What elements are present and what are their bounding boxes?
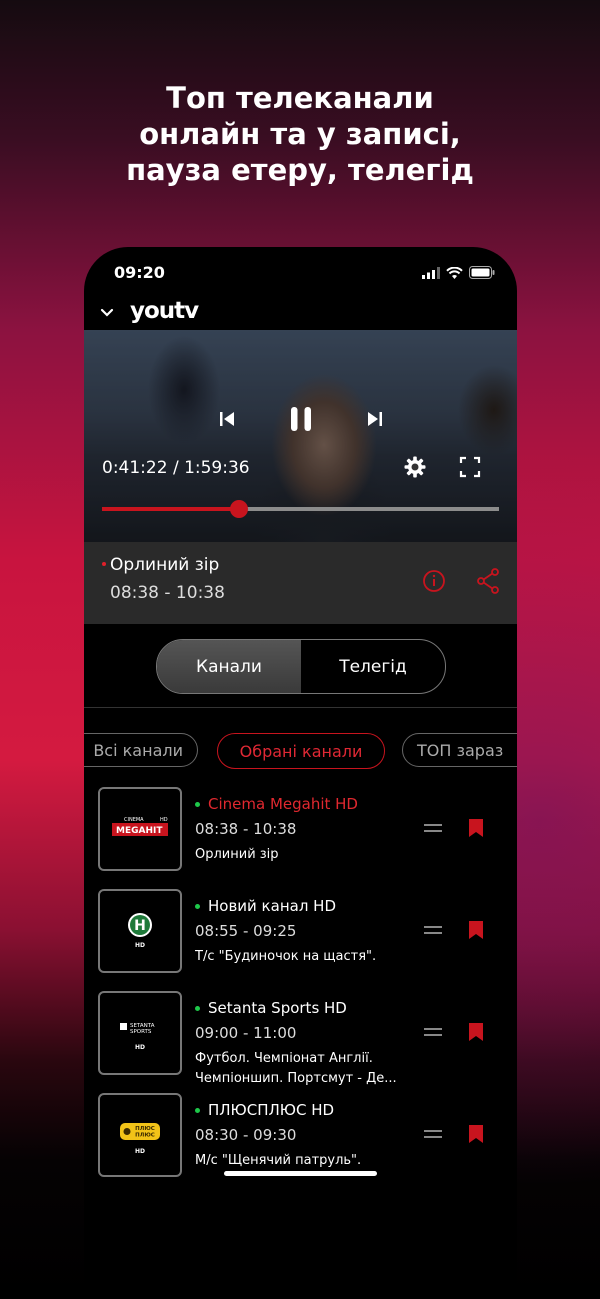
channel-row[interactable]: H HD Новий канал HD 08:55 - 09:25 Т/с "Б… xyxy=(84,889,517,979)
share-icon[interactable] xyxy=(476,568,500,594)
channel-logo: CINEMA MEGAHIT HD xyxy=(98,787,182,871)
fullscreen-icon[interactable] xyxy=(459,456,481,478)
status-bar: 09:20 xyxy=(84,247,517,299)
channel-name: Новий канал HD xyxy=(195,897,336,915)
channel-logo: H HD xyxy=(98,889,182,973)
svg-text:HD: HD xyxy=(135,942,145,949)
svg-text:H: H xyxy=(134,918,146,934)
svg-text:CINEMA: CINEMA xyxy=(124,817,144,823)
chip-favorite-channels[interactable]: Обрані канали xyxy=(217,733,385,769)
channel-program: Орлиний зір xyxy=(195,847,279,862)
wifi-icon xyxy=(446,266,463,279)
info-icon[interactable] xyxy=(422,569,446,593)
channel-name: Setanta Sports HD xyxy=(195,999,347,1017)
channel-time: 09:00 - 11:00 xyxy=(195,1024,297,1042)
headline-line-1: Топ телеканали xyxy=(166,81,434,115)
live-dot xyxy=(195,802,200,807)
channel-logo: SETANTA SPORTS HD xyxy=(98,991,182,1075)
playback-time: 0:41:22 / 1:59:36 xyxy=(102,458,250,478)
setanta-logo: SETANTA SPORTS HD xyxy=(120,1023,155,1051)
previous-icon[interactable] xyxy=(218,410,236,428)
live-dot xyxy=(102,562,106,566)
divider xyxy=(84,707,517,708)
live-dot xyxy=(195,904,200,909)
novyi-kanal-logo: H HD xyxy=(128,913,152,949)
headline-line-3: пауза етеру, телегід xyxy=(126,153,474,187)
drag-handle-icon[interactable] xyxy=(424,1028,442,1040)
app-bar: youtv xyxy=(84,297,517,331)
now-playing-panel: Орлиний зір 08:38 - 10:38 xyxy=(84,542,517,624)
tab-tvguide[interactable]: Телегід xyxy=(301,640,445,693)
channel-logo: ПЛЮС ПЛЮС HD xyxy=(98,1093,182,1177)
bookmark-icon[interactable] xyxy=(468,1022,484,1042)
video-player[interactable]: 0:41:22 / 1:59:36 xyxy=(84,330,517,542)
status-icons xyxy=(422,266,495,279)
channel-program-line-2: Чемпіоншип. Портсмут - Де... xyxy=(195,1071,397,1086)
live-dot xyxy=(195,1108,200,1113)
home-indicator[interactable] xyxy=(224,1171,377,1176)
app-logo: youtv xyxy=(130,298,199,324)
svg-text:HD: HD xyxy=(160,817,168,823)
svg-text:ПЛЮС: ПЛЮС xyxy=(135,1133,155,1139)
program-time-range: 08:38 - 10:38 xyxy=(110,583,225,603)
drag-handle-icon[interactable] xyxy=(424,824,442,836)
channel-program: М/с "Щенячий патруль". xyxy=(195,1153,362,1168)
phone-screen: 09:20 youtv 0:41:22 / 1:59:36 Орлиний зі… xyxy=(84,247,517,1299)
svg-text:MEGAHIT: MEGAHIT xyxy=(116,826,163,836)
svg-text:SPORTS: SPORTS xyxy=(130,1029,152,1035)
live-dot xyxy=(195,1006,200,1011)
megahit-logo: CINEMA MEGAHIT HD xyxy=(112,817,168,836)
channel-row[interactable]: CINEMA MEGAHIT HD Cinema Megahit HD 08:3… xyxy=(84,787,517,877)
drag-handle-icon[interactable] xyxy=(424,926,442,938)
next-icon[interactable] xyxy=(366,410,384,428)
battery-icon xyxy=(469,266,495,279)
channel-program: Футбол. Чемпіонат Англії. Чемпіоншип. По… xyxy=(195,1049,420,1089)
program-title: Орлиний зір xyxy=(110,555,220,575)
svg-text:HD: HD xyxy=(135,1148,145,1155)
drag-handle-icon[interactable] xyxy=(424,1130,442,1142)
bookmark-icon[interactable] xyxy=(468,1124,484,1144)
channel-time: 08:38 - 10:38 xyxy=(195,820,297,838)
status-time: 09:20 xyxy=(114,263,165,282)
pause-icon[interactable] xyxy=(286,404,316,434)
progress-bar[interactable] xyxy=(102,500,499,518)
channel-name: ПЛЮСПЛЮС HD xyxy=(195,1101,334,1119)
channel-program-line-1: Футбол. Чемпіонат Англії. xyxy=(195,1051,373,1066)
filter-chips: Всі канали Обрані канали ТОП зараз xyxy=(84,733,517,769)
signal-icon xyxy=(422,266,440,279)
svg-text:HD: HD xyxy=(135,1044,145,1051)
channel-time: 08:30 - 09:30 xyxy=(195,1126,297,1144)
channel-program: Т/с "Будиночок на щастя". xyxy=(195,949,377,964)
promo-headline: Топ телеканали онлайн та у записі, пауза… xyxy=(0,80,600,188)
channel-name: Cinema Megahit HD xyxy=(195,795,358,813)
svg-text:ПЛЮС: ПЛЮС xyxy=(135,1126,155,1132)
channel-row[interactable]: ПЛЮС ПЛЮС HD ПЛЮСПЛЮС HD 08:30 - 09:30 М… xyxy=(84,1093,517,1183)
channel-row[interactable]: SETANTA SPORTS HD Setanta Sports HD 09:0… xyxy=(84,991,517,1086)
chip-top-now[interactable]: ТОП зараз xyxy=(402,733,517,767)
plusplus-logo: ПЛЮС ПЛЮС HD xyxy=(120,1123,160,1155)
progress-fill xyxy=(102,507,239,511)
bookmark-icon[interactable] xyxy=(468,920,484,940)
chip-all-channels[interactable]: Всі канали xyxy=(84,733,198,767)
segmented-control: Канали Телегід xyxy=(156,639,446,694)
tab-channels[interactable]: Канали xyxy=(157,640,301,693)
settings-gear-icon[interactable] xyxy=(403,455,427,479)
chevron-down-icon[interactable] xyxy=(98,303,116,321)
progress-knob[interactable] xyxy=(229,500,248,518)
headline-line-2: онлайн та у записі, xyxy=(139,117,461,151)
bookmark-icon[interactable] xyxy=(468,818,484,838)
channel-time: 08:55 - 09:25 xyxy=(195,922,297,940)
